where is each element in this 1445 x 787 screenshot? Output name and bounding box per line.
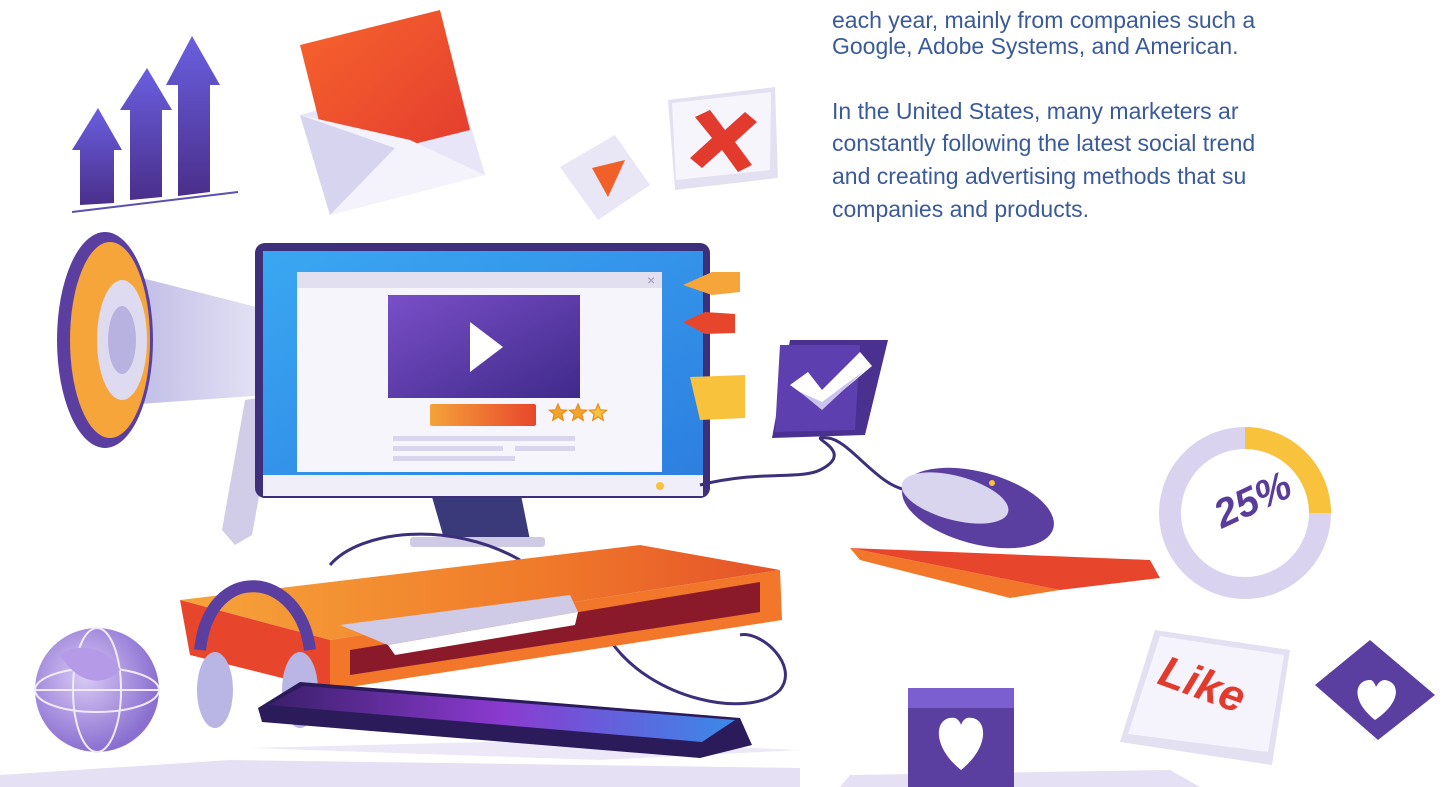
close-card-icon bbox=[668, 87, 778, 190]
growth-arrows-icon bbox=[71, 36, 239, 213]
svg-text:×: × bbox=[647, 272, 655, 288]
desk bbox=[180, 545, 782, 690]
heart-card-icon bbox=[908, 688, 1014, 787]
globe-icon bbox=[34, 627, 160, 753]
mouse-icon bbox=[850, 467, 1160, 598]
marketing-illustration-page: each year, mainly from companies such a … bbox=[0, 0, 1445, 787]
play-card-icon bbox=[560, 135, 650, 220]
heart-card-small-icon bbox=[1315, 640, 1435, 740]
envelope-icon bbox=[300, 10, 485, 215]
computer-monitor: × bbox=[255, 243, 710, 547]
checkmark-card-icon bbox=[772, 340, 888, 438]
